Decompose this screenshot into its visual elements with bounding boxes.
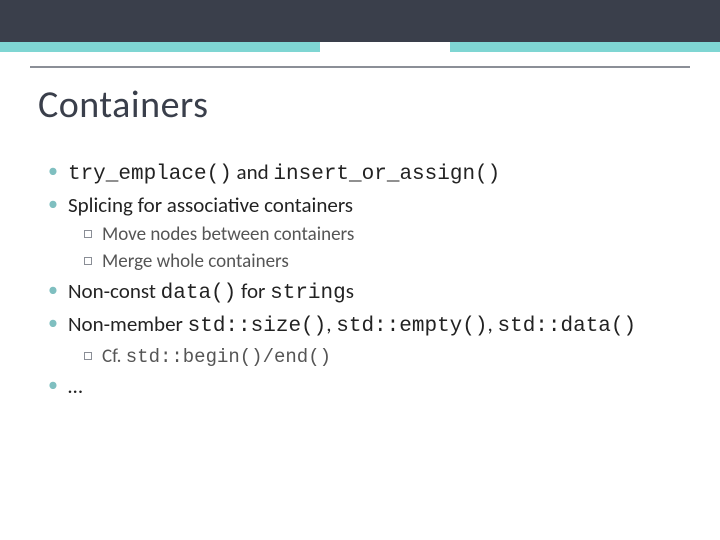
code-std-begin-end: std::begin()/end()	[126, 346, 331, 368]
slide-title: Containers	[38, 82, 208, 128]
bullet-dot-icon: •	[48, 372, 58, 399]
bullet-2: • Splicing for associative containers	[48, 191, 688, 219]
sub-bullet-2a: Move nodes between containers	[84, 222, 688, 248]
bullet-3: • Non-const data() for strings	[48, 277, 688, 308]
sub-bullet-box-icon	[84, 352, 92, 360]
bullet-dot-icon: •	[48, 191, 58, 218]
text-and: and	[232, 159, 274, 185]
code-string: string	[270, 282, 346, 305]
bullet-dot-icon: •	[48, 310, 58, 337]
text-for: for	[236, 278, 270, 304]
code-try-emplace: try_emplace()	[68, 163, 232, 186]
sub-bullet-box-icon	[84, 230, 92, 238]
code-std-size: std::size()	[188, 315, 327, 338]
text-non-const: Non-const	[68, 278, 161, 304]
bullet-2-text: Splicing for associative containers	[68, 191, 688, 219]
sub-bullet-2b: Merge whole containers	[84, 249, 688, 275]
code-std-data: std::data()	[497, 315, 636, 338]
bullet-dot-icon: •	[48, 277, 58, 304]
sub-bullet-2b-text: Merge whole containers	[102, 249, 688, 275]
header-teal-gap	[320, 42, 450, 52]
sub-bullet-box-icon	[84, 257, 92, 265]
text-comma: ,	[326, 311, 336, 337]
code-data: data()	[161, 282, 237, 305]
sub-bullet-4a: Cf. std::begin()/end()	[84, 344, 688, 371]
bullet-4: • Non-member std::size(), std::empty(), …	[48, 310, 688, 341]
slide-content: • try_emplace() and insert_or_assign() •…	[48, 158, 688, 403]
bullet-1: • try_emplace() and insert_or_assign()	[48, 158, 688, 189]
code-insert-or-assign: insert_or_assign()	[273, 163, 500, 186]
code-std-empty: std::empty()	[336, 315, 487, 338]
sub-bullet-2a-text: Move nodes between containers	[102, 222, 688, 248]
bullet-5: • …	[48, 372, 688, 400]
bullet-4-text: Non-member std::size(), std::empty(), st…	[68, 310, 688, 341]
title-rule	[30, 66, 690, 68]
bullet-3-text: Non-const data() for strings	[68, 277, 688, 308]
bullet-5-text: …	[68, 372, 688, 400]
sub-bullet-4a-text: Cf. std::begin()/end()	[102, 344, 688, 371]
bullet-1-text: try_emplace() and insert_or_assign()	[68, 158, 688, 189]
header-dark-bar	[0, 0, 720, 42]
text-non-member: Non-member	[68, 311, 188, 337]
text-cf: Cf.	[102, 345, 126, 368]
bullet-dot-icon: •	[48, 158, 58, 185]
text-s: s	[346, 278, 354, 304]
text-comma: ,	[487, 311, 497, 337]
